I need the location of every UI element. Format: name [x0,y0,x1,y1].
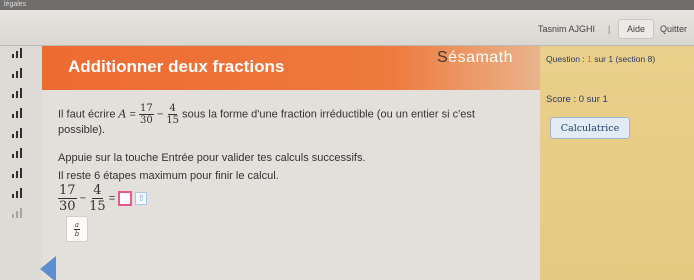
question-counter: Question : 1 sur 1 (section 8) [546,54,655,64]
fraction-17-30: 17 30 [58,183,77,214]
left-column [0,46,42,280]
answer-input[interactable] [118,191,133,206]
fraction-4-15: 4 15 [166,103,179,126]
fraction-numerator: 17 [58,183,77,199]
minus-sign: − [76,192,90,205]
browser-tab-strip: légales [0,0,694,10]
instruction-line-3: Appuie sur la touche Entrée pour valider… [58,152,366,164]
answer-equals: = [108,192,116,205]
signal-bars-icon [12,108,26,118]
tab-fragment-label: légales [4,1,27,8]
signal-bars-icon [12,128,26,138]
sesamath-logo: Sésamath [437,49,513,67]
signal-bars-icon [12,48,26,58]
signal-bars-icon [12,148,26,158]
fraction-denominator: 15 [166,115,180,126]
fraction-denominator: 30 [140,115,153,126]
exercise-title: Additionner deux fractions [68,57,285,76]
instruction-line-1: Il faut écrire A = 17 30 − 4 15 sous la fo… [58,103,475,126]
user-separator: | [608,24,611,34]
answer-line: 17 30 − 4 15 = ⇧ [58,183,148,214]
instruction-line-4: Il reste 6 étapes maximum pour finir le … [58,170,279,182]
calculator-button[interactable]: Calculatrice [550,117,630,139]
instruction-suffix: sous la forme d'une fraction irréductibl… [179,108,475,121]
exercise-header: Additionner deux fractions Sésamath [42,46,540,90]
instruction-prefix: Il faut écrire [58,108,119,121]
help-button[interactable]: Aide [618,19,655,39]
exercise-content: Il faut écrire A = 17 30 − 4 15 sous la fo… [42,90,540,280]
logo-prefix: S [437,49,449,66]
quit-button[interactable]: Quitter [660,24,687,34]
question-suffix: sur 1 (section 8) [591,54,656,64]
instruction-line-2: possible). [58,124,106,136]
fraction-numerator: 17 [139,103,154,115]
signal-bars-icon [12,68,26,78]
triangle-left-icon[interactable] [40,256,56,280]
logo-rest: ésamath [448,49,514,66]
equals-sign: = [126,108,140,121]
fraction-tool-num: a [73,220,81,230]
side-panel: Question : 1 sur 1 (section 8) Score : 0… [540,46,694,280]
question-prefix: Question : [546,54,588,64]
fraction-denominator: 15 [89,199,106,214]
signal-bars-icon [12,168,26,178]
signal-bars-icon [12,88,26,98]
fraction-tool-den: b [74,229,80,238]
up-arrow-icon[interactable]: ⇧ [135,192,148,205]
signal-bars-icon [12,208,26,218]
fraction-tool-button[interactable]: ab [66,216,88,242]
signal-bars-icon [12,188,26,198]
minus-sign: − [153,108,167,121]
user-name: Tasnim AJGHI [538,24,596,34]
fraction-icon: ab [73,220,81,238]
fraction-17-30: 17 30 [139,103,154,126]
fraction-numerator: 4 [168,103,177,115]
fraction-numerator: 4 [92,183,103,199]
fraction-4-15: 4 15 [89,183,106,214]
score-text: Score : 0 sur 1 [546,94,608,105]
fraction-denominator: 30 [59,199,76,214]
user-bar: Tasnim AJGHI | Aide Quitter [0,10,694,46]
